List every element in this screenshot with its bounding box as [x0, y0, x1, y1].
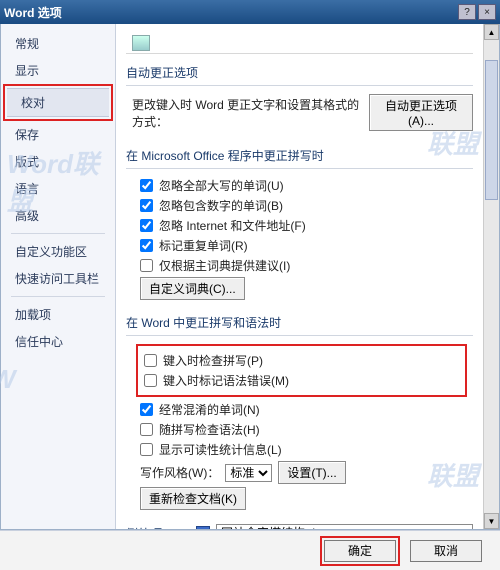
word-doc-icon	[196, 526, 210, 529]
dialog-footer: 确定 取消	[0, 530, 500, 570]
sidebar-item-general[interactable]: 常规	[1, 30, 115, 57]
close-button[interactable]: ×	[478, 4, 496, 20]
window-title: Word 选项	[4, 4, 456, 21]
sidebar-item-trust[interactable]: 信任中心	[1, 328, 115, 355]
watermark: W	[0, 364, 16, 395]
autocorrect-options-button[interactable]: 自动更正选项(A)...	[369, 94, 473, 131]
scroll-track[interactable]	[484, 40, 499, 513]
help-button[interactable]: ?	[458, 4, 476, 20]
chk-grammar-with-spelling[interactable]	[140, 423, 153, 436]
exceptions-doc-select[interactable]: 网站金字塔结构.docx	[216, 524, 473, 529]
sidebar-item-addins[interactable]: 加载项	[1, 301, 115, 328]
chk-check-spelling-type[interactable]	[144, 354, 157, 367]
sidebar-item-proofing[interactable]: 校对	[7, 88, 109, 117]
dialog-body: 常规 显示 校对 保存 版式 语言 高级 自定义功能区 快速访问工具栏 加载项 …	[0, 24, 500, 530]
writing-style-select[interactable]: 标准	[225, 464, 272, 482]
writing-style-label: 写作风格(W)：	[140, 464, 219, 481]
sidebar-separator	[11, 296, 105, 297]
titlebar: Word 选项 ? ×	[0, 0, 500, 24]
settings-button[interactable]: 设置(T)...	[278, 461, 345, 484]
chk-mark-grammar-type[interactable]	[144, 374, 157, 387]
custom-dict-button[interactable]: 自定义词典(C)...	[140, 277, 245, 300]
chk-main-dict-only[interactable]	[140, 259, 153, 272]
exceptions-label: 例外项(X)：	[126, 525, 190, 530]
recheck-doc-button[interactable]: 重新检查文档(K)	[140, 487, 246, 510]
scroll-thumb[interactable]	[485, 60, 498, 200]
sidebar-item-customize-ribbon[interactable]: 自定义功能区	[1, 238, 115, 265]
sidebar-item-advanced[interactable]: 高级	[1, 202, 115, 229]
chk-ignore-internet[interactable]	[140, 219, 153, 232]
sidebar: 常规 显示 校对 保存 版式 语言 高级 自定义功能区 快速访问工具栏 加载项 …	[1, 24, 116, 529]
scroll-down-arrow[interactable]: ▼	[484, 513, 499, 529]
section-autocorrect: 自动更正选项	[126, 58, 473, 86]
chk-readability-stats[interactable]	[140, 443, 153, 456]
scroll-up-arrow[interactable]: ▲	[484, 24, 499, 40]
section-ms-office: 在 Microsoft Office 程序中更正拼写时	[126, 141, 473, 169]
cancel-button[interactable]: 取消	[410, 540, 482, 562]
autocorrect-sub: 更改键入时 Word 更正文字和设置其格式的方式：	[132, 96, 363, 130]
proofing-icon	[132, 35, 150, 51]
sidebar-item-display[interactable]: 显示	[1, 57, 115, 84]
chk-ignore-uppercase[interactable]	[140, 179, 153, 192]
ok-button[interactable]: 确定	[324, 540, 396, 562]
chk-confused-words[interactable]	[140, 403, 153, 416]
sidebar-item-layout[interactable]: 版式	[1, 148, 115, 175]
chk-flag-repeated[interactable]	[140, 239, 153, 252]
chk-ignore-numbers[interactable]	[140, 199, 153, 212]
sidebar-item-language[interactable]: 语言	[1, 175, 115, 202]
sidebar-separator	[11, 233, 105, 234]
sidebar-item-qat[interactable]: 快速访问工具栏	[1, 265, 115, 292]
sidebar-item-save[interactable]: 保存	[1, 121, 115, 148]
top-strip	[126, 32, 473, 54]
content-pane: 自动更正选项 更改键入时 Word 更正文字和设置其格式的方式： 自动更正选项(…	[116, 24, 499, 529]
vertical-scrollbar[interactable]: ▲ ▼	[483, 24, 499, 529]
section-word-proofing: 在 Word 中更正拼写和语法时	[126, 308, 473, 336]
